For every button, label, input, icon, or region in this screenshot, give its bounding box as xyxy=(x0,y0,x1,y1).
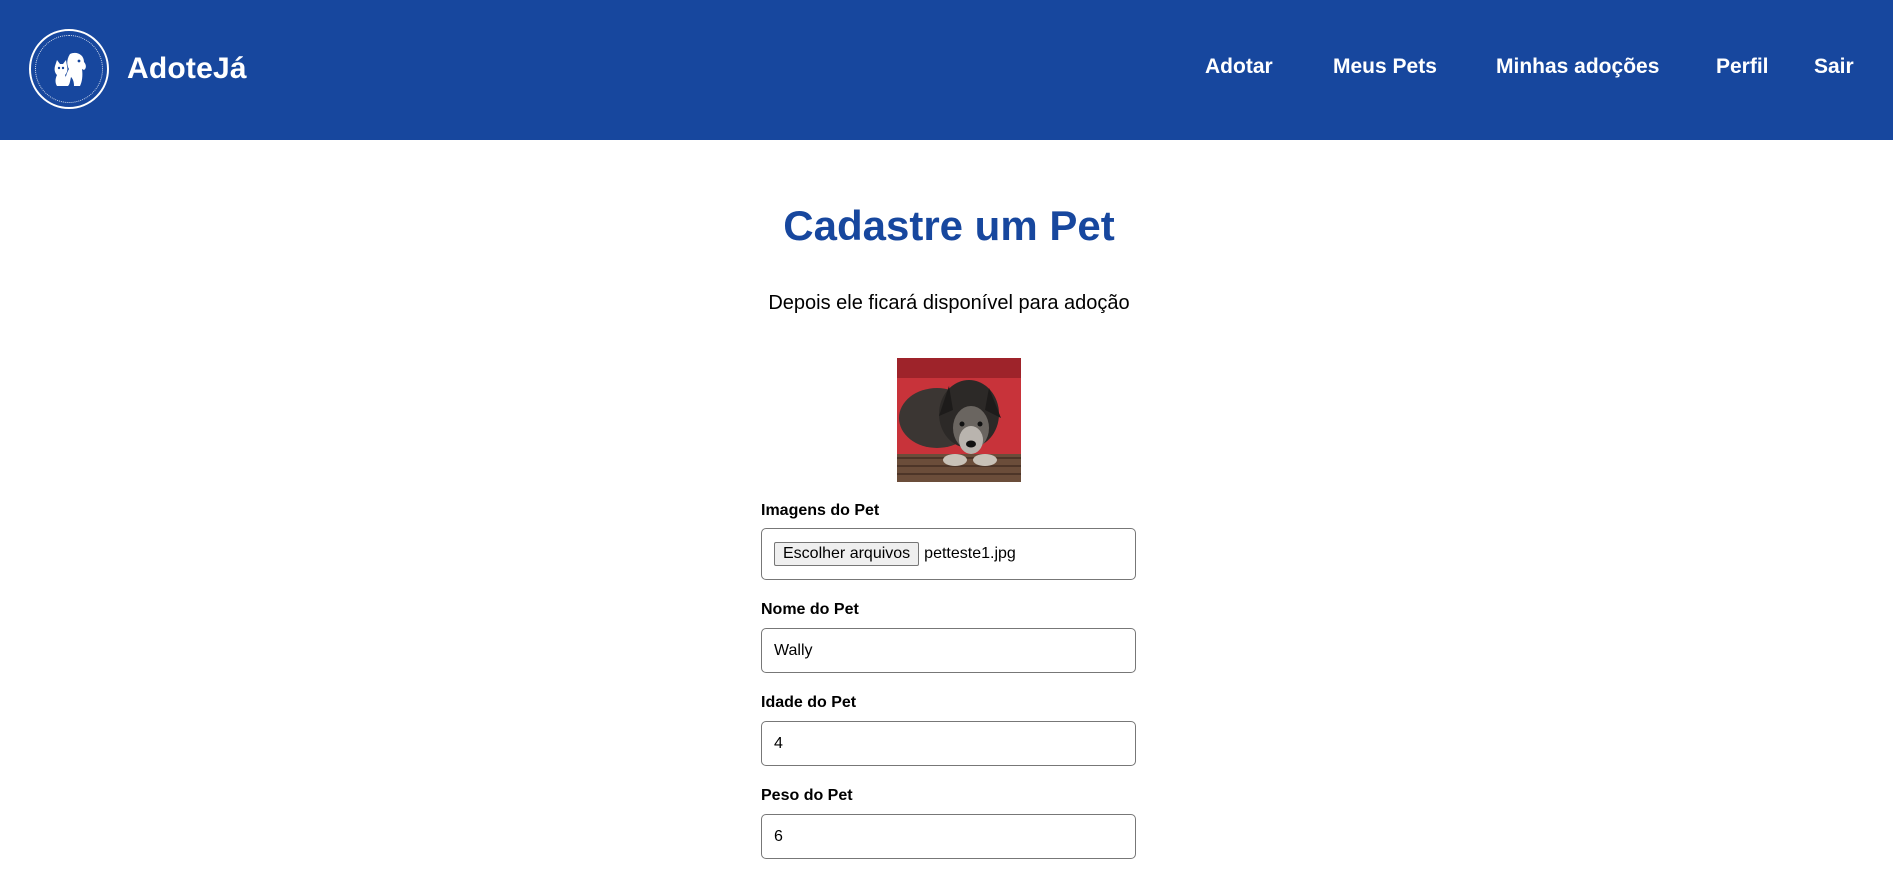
nav-link-adotar[interactable]: Adotar xyxy=(1205,55,1273,79)
age-input[interactable] xyxy=(761,721,1136,766)
file-input[interactable]: Escolher arquivos petteste1.jpg xyxy=(761,528,1136,580)
images-label: Imagens do Pet xyxy=(761,502,880,519)
page-title: Cadastre um Pet xyxy=(783,202,1115,249)
age-label: Idade do Pet xyxy=(761,694,857,711)
selected-file-name: petteste1.jpg xyxy=(924,545,1016,562)
weight-label: Peso do Pet xyxy=(761,787,853,804)
main-navigation: Adotar Meus Pets Minhas adoções Perfil S… xyxy=(0,55,1893,85)
nav-link-sair[interactable]: Sair xyxy=(1814,55,1854,79)
top-navbar: AdoteJá Adotar Meus Pets Minhas adoções … xyxy=(0,0,1893,140)
nav-link-minhas-adocoes[interactable]: Minhas adoções xyxy=(1496,55,1659,79)
pet-image-preview xyxy=(897,358,1021,482)
page-subtitle: Depois ele ficará disponível para adoção xyxy=(768,292,1130,314)
weight-input[interactable] xyxy=(761,814,1136,859)
name-input[interactable] xyxy=(761,628,1136,673)
nav-link-meus-pets[interactable]: Meus Pets xyxy=(1333,55,1437,79)
name-label: Nome do Pet xyxy=(761,601,859,618)
nav-link-perfil[interactable]: Perfil xyxy=(1716,55,1769,79)
choose-files-button[interactable]: Escolher arquivos xyxy=(774,542,920,566)
